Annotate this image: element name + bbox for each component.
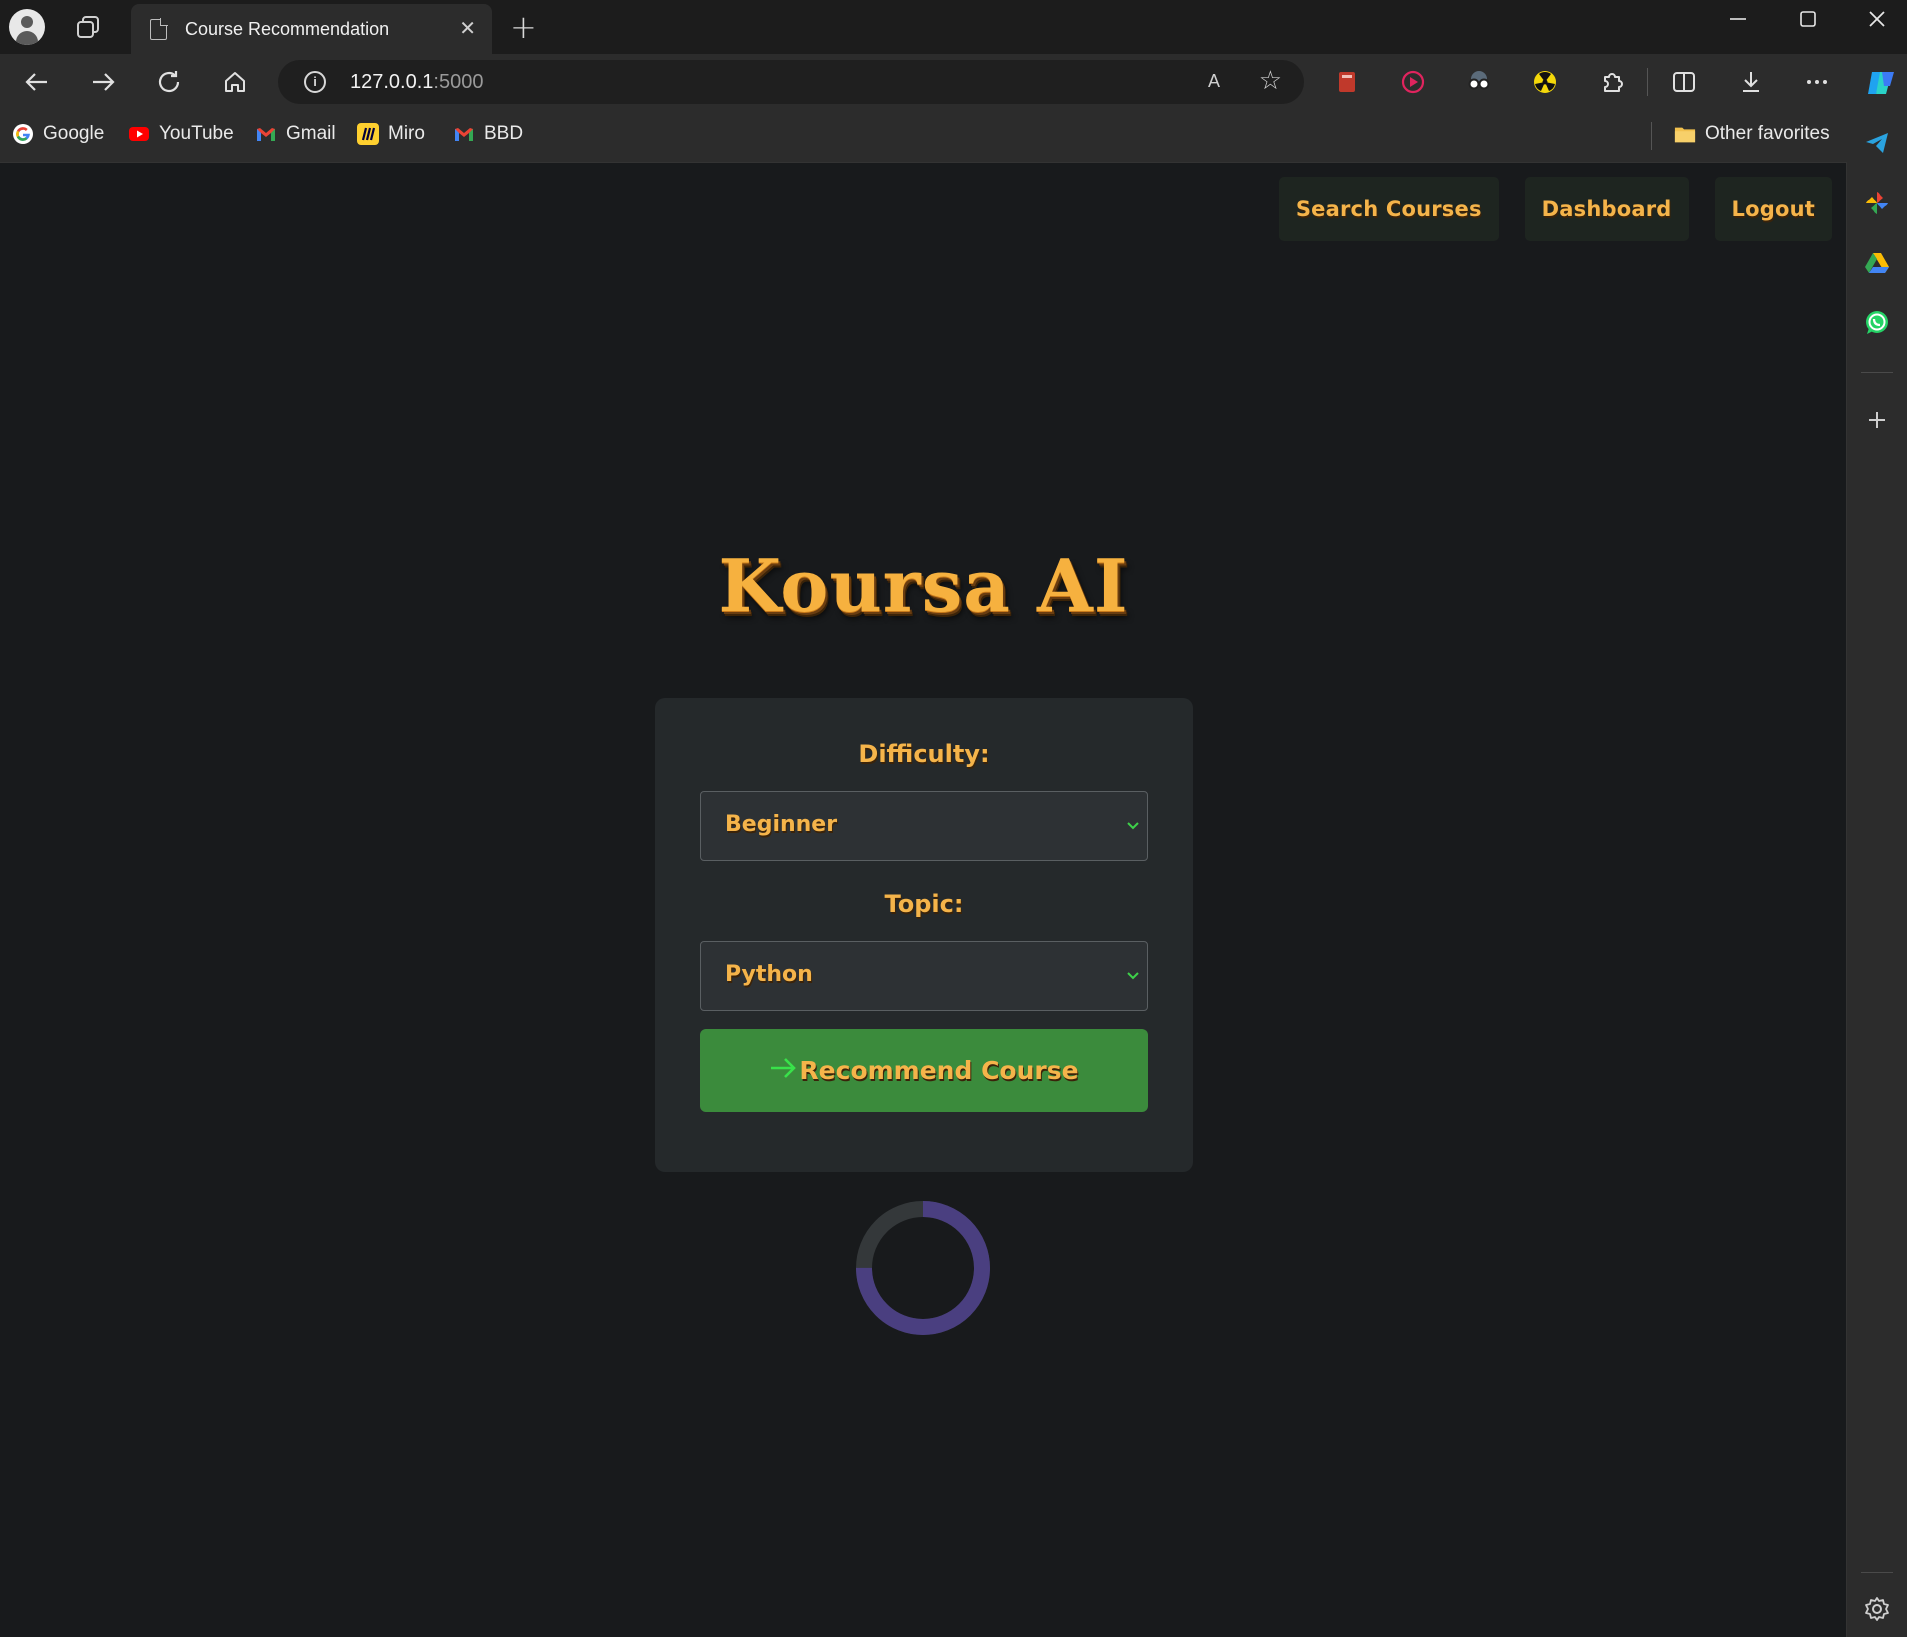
arrow-left-icon	[25, 73, 47, 91]
browser-toolbar: i 127.0.0.1:5000 A ☆	[0, 54, 1907, 110]
bookmark-youtube[interactable]: YouTube	[128, 123, 234, 145]
maximize-button[interactable]	[1798, 4, 1818, 43]
gmail-icon	[453, 123, 475, 145]
more-menu-icon[interactable]	[1803, 68, 1831, 96]
recommend-course-label: Recommend Course	[799, 1056, 1079, 1085]
extension-glasses-icon[interactable]	[1465, 68, 1493, 96]
topic-label: Topic:	[884, 890, 964, 918]
difficulty-selected-value: Beginner	[725, 812, 838, 837]
minimize-button[interactable]	[1728, 4, 1748, 43]
copilot-icon[interactable]	[1864, 66, 1898, 100]
nav-search-courses[interactable]: Search Courses	[1278, 177, 1499, 241]
url-port: :5000	[433, 71, 484, 93]
profile-icon	[9, 9, 45, 45]
close-window-button[interactable]	[1867, 4, 1887, 43]
home-icon	[225, 72, 245, 92]
topic-selected-value: Python	[725, 962, 813, 987]
gmail-icon	[255, 123, 277, 145]
back-button[interactable]	[19, 64, 55, 100]
new-tab-button[interactable]: +	[510, 10, 537, 44]
loading-spinner	[856, 1201, 990, 1335]
downloads-icon[interactable]	[1737, 68, 1765, 96]
bookmark-bbd[interactable]: BBD	[453, 123, 523, 145]
reload-button[interactable]	[151, 64, 187, 100]
bookmark-label: Other favorites	[1705, 123, 1830, 144]
workspaces-icon[interactable]	[70, 9, 106, 45]
miro-icon	[357, 123, 379, 145]
bookmark-label: BBD	[484, 123, 524, 144]
bookmark-miro[interactable]: Miro	[357, 123, 425, 145]
extension-radiation-icon[interactable]	[1531, 68, 1559, 96]
home-button[interactable]	[217, 64, 253, 100]
url-text: 127.0.0.1:5000	[350, 71, 483, 94]
bookmarks-bar: Google YouTube Gmail Miro BBD Other favo…	[0, 110, 1907, 162]
google-drive-icon[interactable]	[1863, 249, 1891, 277]
youtube-icon	[128, 123, 150, 145]
sidebar-divider	[1861, 372, 1893, 373]
nav-logout[interactable]: Logout	[1714, 177, 1832, 241]
arrow-right-icon	[93, 73, 115, 91]
split-screen-icon[interactable]	[1670, 68, 1698, 96]
bookmark-gmail[interactable]: Gmail	[255, 123, 336, 145]
tab-title: Course Recommendation	[185, 18, 390, 39]
bookmark-label: Gmail	[286, 123, 336, 144]
sidebar-divider	[1861, 1572, 1893, 1573]
browser-tab-active[interactable]: Course Recommendation ✕	[131, 4, 492, 54]
brand-title: Koursa AI	[718, 543, 1129, 628]
google-icon	[12, 123, 34, 145]
title-bar: Course Recommendation ✕ +	[0, 0, 1907, 54]
add-sidebar-app-icon[interactable]	[1863, 406, 1891, 434]
chevron-down-icon	[1127, 972, 1139, 980]
page-icon	[150, 17, 168, 40]
extension-red-book-icon[interactable]	[1333, 68, 1361, 96]
url-host: 127.0.0.1	[350, 71, 434, 93]
profile-avatar[interactable]	[9, 9, 45, 45]
bookmarks-divider	[1651, 122, 1652, 150]
extension-play-icon[interactable]	[1399, 68, 1427, 96]
reload-icon	[158, 71, 180, 93]
difficulty-label: Difficulty:	[858, 740, 990, 768]
sidebar-settings-gear-icon[interactable]	[1863, 1595, 1891, 1623]
recommend-course-button[interactable]: Recommend Course	[700, 1029, 1148, 1112]
topic-select[interactable]: Python	[700, 941, 1148, 1011]
telegram-icon[interactable]	[1863, 129, 1891, 157]
extensions-puzzle-icon[interactable]	[1598, 68, 1626, 96]
tab-close-icon[interactable]: ✕	[459, 18, 476, 38]
bookmark-other-favorites[interactable]: Other favorites	[1674, 123, 1830, 145]
whatsapp-icon[interactable]	[1863, 309, 1891, 337]
folder-icon	[1674, 123, 1696, 145]
page-viewport: Search Courses Dashboard Logout Koursa A…	[0, 162, 1847, 1637]
favorite-star-icon[interactable]: ☆	[1259, 68, 1282, 94]
nav-dashboard[interactable]: Dashboard	[1524, 177, 1689, 241]
chevron-down-icon	[1127, 822, 1139, 830]
top-navigation: Search Courses Dashboard Logout	[1278, 177, 1832, 241]
arrow-right-icon	[769, 1055, 797, 1087]
bookmark-label: YouTube	[159, 123, 234, 144]
bookmark-google[interactable]: Google	[12, 123, 104, 145]
bookmark-label: Google	[43, 123, 105, 144]
site-info-icon[interactable]: i	[304, 71, 326, 93]
toolbar-divider	[1647, 68, 1648, 96]
photos-pinwheel-icon[interactable]	[1863, 189, 1891, 217]
forward-button[interactable]	[85, 64, 121, 100]
difficulty-select[interactable]: Beginner	[700, 791, 1148, 861]
bookmark-label: Miro	[388, 123, 425, 144]
read-aloud-icon[interactable]: A	[1208, 71, 1220, 92]
address-bar[interactable]: i 127.0.0.1:5000 A ☆	[278, 60, 1304, 104]
edge-sidebar	[1847, 110, 1907, 1637]
recommendation-form: Difficulty: Beginner Topic: Python Recom…	[655, 698, 1193, 1172]
